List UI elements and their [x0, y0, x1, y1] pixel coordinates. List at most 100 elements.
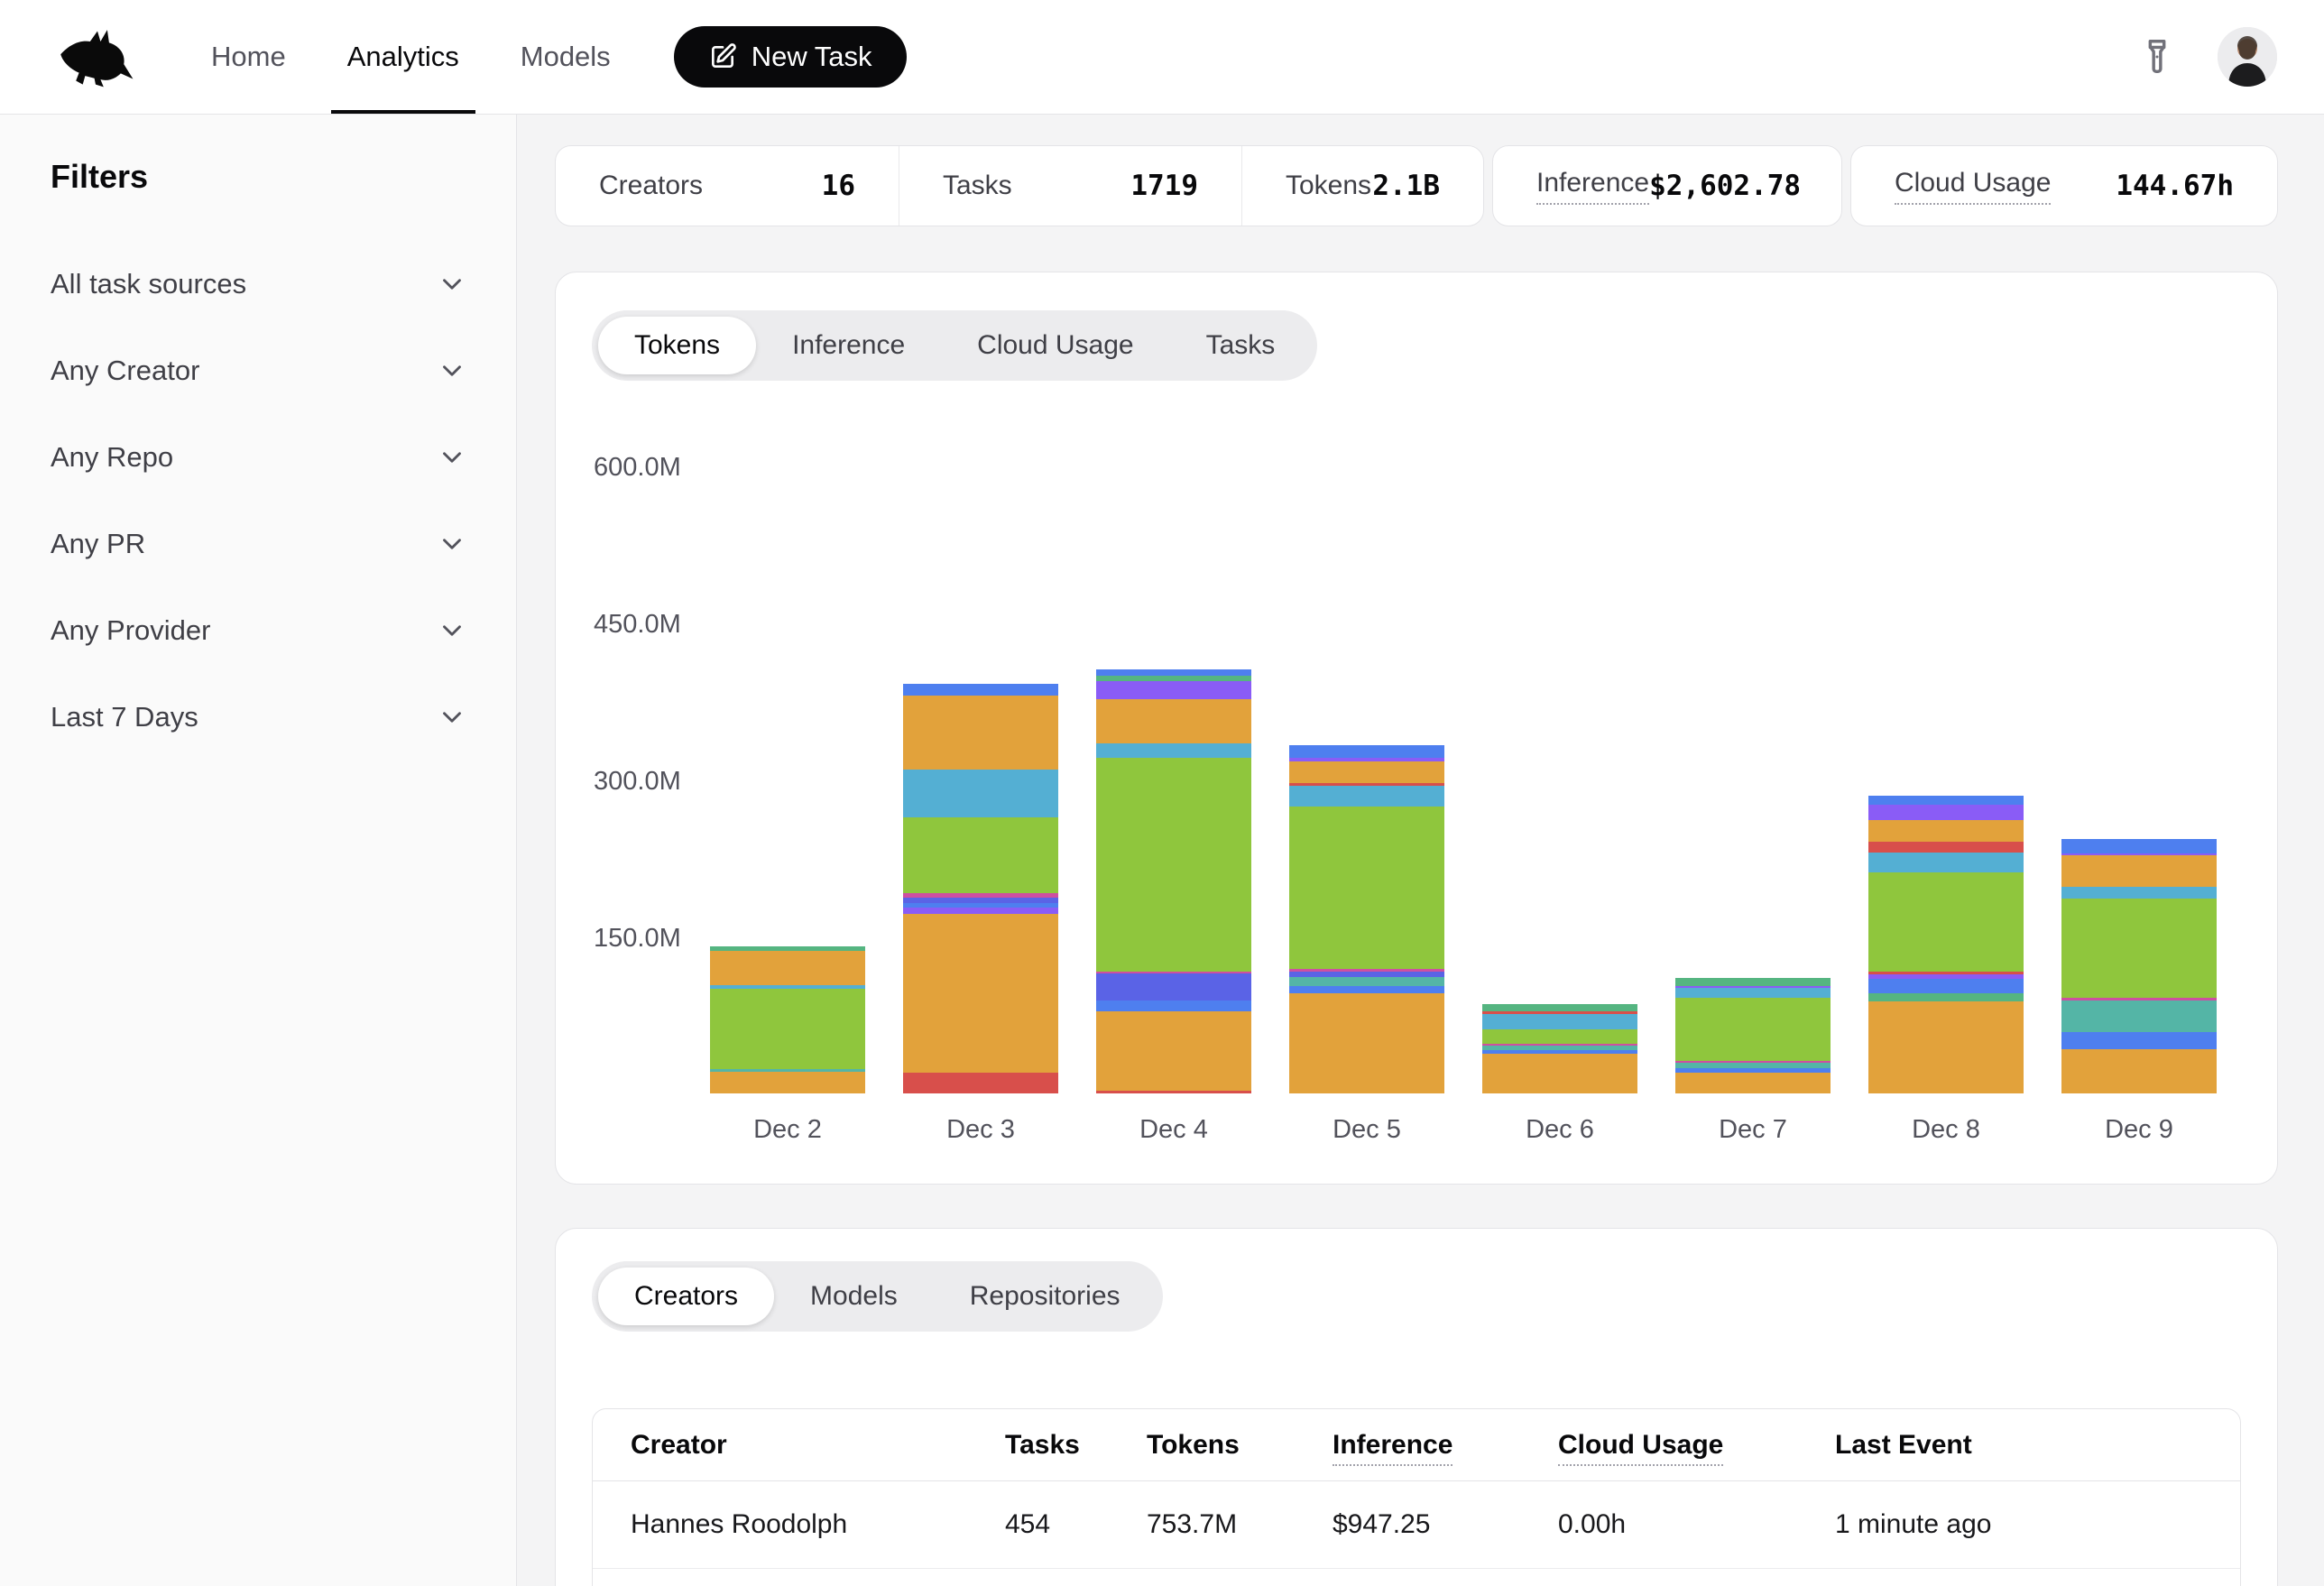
table-cell: 0.00h [1558, 1509, 1835, 1540]
x-axis-label: Dec 9 [2043, 1115, 2236, 1145]
bar-slot-dec-5: Dec 5 [1270, 399, 1463, 1093]
bar-segment-red [1868, 842, 2024, 853]
stacked-bar[interactable] [1675, 978, 1831, 1093]
bar-segment-green [1675, 998, 1831, 1061]
stacked-bar[interactable] [710, 946, 865, 1093]
app-logo[interactable] [54, 26, 153, 88]
column-header-cloud-usage[interactable]: Cloud Usage [1558, 1430, 1835, 1461]
edit-icon [708, 42, 737, 71]
column-header-label: Last Event [1835, 1430, 1972, 1460]
main-content: Creators16Tasks1719Tokens2.1BInference$2… [517, 115, 2324, 1586]
chevron-down-icon [437, 269, 467, 300]
filter-dropdown-any-pr[interactable]: Any PR [51, 501, 467, 587]
bar-segment-royal [903, 684, 1058, 696]
table-row[interactable]: Rooviewer440544.3M$376.2875.23h3 minutes… [593, 1568, 2240, 1586]
table-row[interactable]: Hannes Roodolph454753.7M$947.250.00h1 mi… [593, 1481, 2240, 1568]
filter-dropdown-all-task-sources[interactable]: All task sources [51, 241, 467, 327]
x-axis-label: Dec 3 [884, 1115, 1077, 1145]
filter-dropdown-last-7-days[interactable]: Last 7 Days [51, 674, 467, 761]
stat-value: 1719 [1130, 170, 1198, 202]
bar-segment-skyblue [1482, 1014, 1637, 1029]
stat-label: Tokens [1286, 171, 1371, 201]
stacked-bar[interactable] [1289, 745, 1444, 1093]
filter-label: Any Repo [51, 441, 173, 474]
breakdown-tab-models[interactable]: Models [774, 1268, 934, 1325]
chevron-down-icon [437, 702, 467, 733]
kangaroo-logo-icon [54, 26, 141, 88]
table-cell: $947.25 [1333, 1509, 1558, 1540]
bar-segment-orange [710, 1072, 865, 1093]
bar-segment-royal [1289, 745, 1444, 758]
stacked-bar[interactable] [1482, 1004, 1637, 1093]
y-axis-tick: 450.0M [594, 610, 681, 640]
breakdown-card: CreatorsModelsRepositories CreatorTasksT… [555, 1228, 2278, 1586]
bar-segment-skyblue [1289, 786, 1444, 807]
table-cell: 454 [1005, 1509, 1147, 1540]
bar-segment-purple [903, 908, 1058, 914]
column-header-label: Creator [631, 1430, 727, 1460]
filter-dropdown-any-provider[interactable]: Any Provider [51, 587, 467, 674]
chart-tab-tasks[interactable]: Tasks [1170, 317, 1312, 374]
stacked-bar[interactable] [1096, 669, 1251, 1093]
filter-dropdown-any-repo[interactable]: Any Repo [51, 414, 467, 501]
new-task-button[interactable]: New Task [674, 26, 907, 88]
stacked-bar[interactable] [1868, 796, 2024, 1093]
bar-segment-green [710, 989, 865, 1069]
bar-segment-orange [903, 696, 1058, 770]
column-header-tokens: Tokens [1147, 1430, 1333, 1461]
stat-label[interactable]: Inference [1536, 168, 1649, 205]
stacked-bar[interactable] [2061, 839, 2217, 1093]
filter-label: Any Creator [51, 355, 199, 387]
bar-slot-dec-3: Dec 3 [884, 399, 1077, 1093]
stat-label[interactable]: Cloud Usage [1895, 168, 2051, 205]
column-header-creator: Creator [631, 1430, 1005, 1461]
chart-card: TokensInferenceCloud UsageTasks 600.0M45… [555, 272, 2278, 1185]
column-header-inference[interactable]: Inference [1333, 1430, 1558, 1461]
x-axis-label: Dec 7 [1656, 1115, 1849, 1145]
nav-tab-home[interactable]: Home [180, 0, 317, 114]
bar-segment-skyblue [1675, 988, 1831, 998]
filter-label: Any PR [51, 528, 145, 560]
filter-dropdown-any-creator[interactable]: Any Creator [51, 327, 467, 414]
nav-right-actions [2136, 27, 2277, 87]
bar-segment-teal [2061, 1000, 2217, 1032]
user-avatar[interactable] [2218, 27, 2277, 87]
main-nav-tabs: HomeAnalyticsModels [180, 0, 641, 114]
chart-tab-inference[interactable]: Inference [756, 317, 941, 374]
nav-tab-analytics[interactable]: Analytics [317, 0, 490, 114]
y-axis-tick: 150.0M [594, 924, 681, 954]
bar-segment-green [2061, 899, 2217, 998]
bar-slot-dec-9: Dec 9 [2043, 399, 2236, 1093]
bar-segment-orange [1868, 820, 2024, 842]
bar-segment-skyblue [1096, 743, 1251, 758]
bar-segment-orange [1482, 1054, 1637, 1093]
filters-sidebar: Filters All task sources Any Creator Any R… [0, 115, 517, 1586]
stats-card-1: Inference$2,602.78 [1492, 145, 1842, 226]
x-axis-label: Dec 6 [1463, 1115, 1656, 1145]
breakdown-tab-creators[interactable]: Creators [598, 1268, 774, 1325]
stacked-bar[interactable] [903, 684, 1058, 1093]
table-cell: Hannes Roodolph [631, 1509, 1005, 1540]
chart-tab-cloud-usage[interactable]: Cloud Usage [941, 317, 1169, 374]
stat-label: Creators [599, 171, 703, 201]
bar-segment-orange [1675, 1073, 1831, 1093]
stat-creators: Creators 16 [556, 146, 899, 226]
bar-segment-orange [1868, 1001, 2024, 1093]
filter-label: Any Provider [51, 614, 210, 647]
stat-cloud-usage: Cloud Usage144.67h [1851, 146, 2277, 226]
bar-segment-tealgreen [1868, 993, 2024, 1001]
bar-slot-dec-4: Dec 4 [1077, 399, 1270, 1093]
bar-segment-orange [1096, 699, 1251, 743]
bar-slot-dec-7: Dec 7 [1656, 399, 1849, 1093]
bar-segment-royal [1289, 986, 1444, 993]
flashlight-icon[interactable] [2136, 36, 2178, 78]
chart-tab-tokens[interactable]: Tokens [598, 317, 756, 374]
breakdown-tab-repositories[interactable]: Repositories [934, 1268, 1157, 1325]
nav-tab-models[interactable]: Models [490, 0, 641, 114]
filter-label: Last 7 Days [51, 701, 198, 733]
table-header-row: CreatorTasksTokensInferenceCloud UsageLa… [593, 1409, 2240, 1481]
top-nav: HomeAnalyticsModels New Task [0, 0, 2324, 115]
stat-value: 16 [822, 170, 855, 202]
filters-title: Filters [51, 158, 467, 196]
bar-slot-dec-6: Dec 6 [1463, 399, 1656, 1093]
